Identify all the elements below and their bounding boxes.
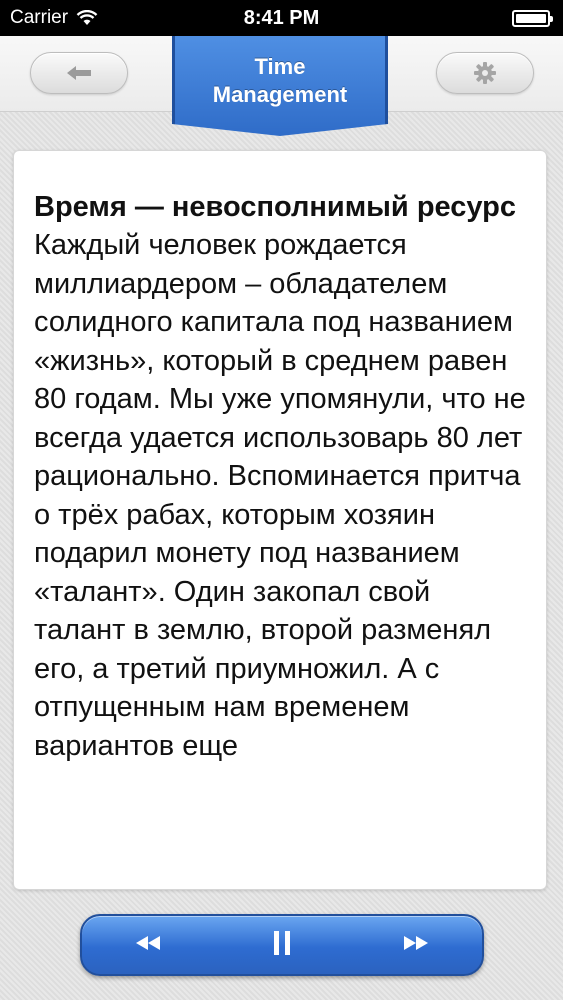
settings-button[interactable] xyxy=(436,52,534,94)
fast-forward-icon xyxy=(404,935,428,950)
battery-level xyxy=(516,14,546,23)
battery-icon xyxy=(512,10,553,27)
article-card[interactable]: Время — невосполнимый ресурс Каждый чело… xyxy=(13,150,547,890)
article-title: Время — невосполнимый ресурс xyxy=(34,191,516,223)
pause-icon xyxy=(274,930,290,955)
status-time: 8:41 PM xyxy=(243,7,320,29)
rewind-icon xyxy=(136,935,160,950)
article-body: Каждый человек рождается миллиардером – … xyxy=(34,229,526,762)
rewind-button[interactable] xyxy=(132,932,166,959)
gear-icon xyxy=(474,62,496,84)
title-ribbon: Time Management xyxy=(172,36,388,136)
pause-button[interactable] xyxy=(272,930,292,961)
audio-player xyxy=(80,914,484,976)
page-title: Time Management xyxy=(212,54,348,107)
left-arrow-icon xyxy=(67,66,91,80)
fast-forward-button[interactable] xyxy=(398,932,432,959)
back-button[interactable] xyxy=(30,52,128,94)
status-bar: Carrier 8:41 PM xyxy=(0,0,563,36)
